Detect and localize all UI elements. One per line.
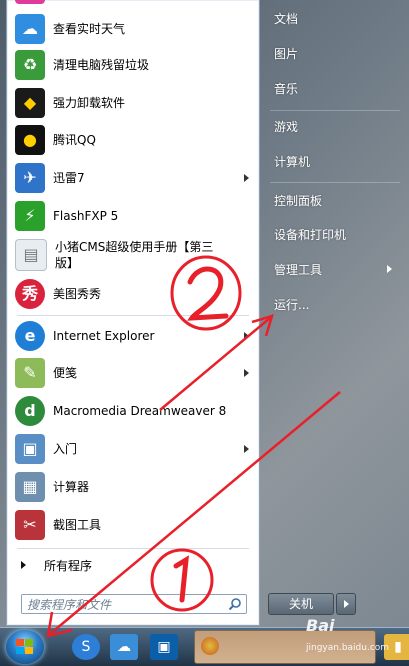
right-link-run[interactable]: 运行...	[266, 290, 400, 318]
app-item-thunder[interactable]: ✈ 迅雷7	[7, 160, 259, 196]
search-placeholder: 搜索程序和文件	[27, 597, 112, 612]
getting-started-icon: ▣	[15, 434, 45, 464]
app-item-cleanup[interactable]: ♻ 清理电脑残留垃圾	[7, 47, 259, 83]
shutdown-button[interactable]: 关机	[268, 593, 334, 615]
right-link-label: 音乐	[274, 81, 299, 96]
right-link-label: 图片	[274, 46, 299, 61]
right-link-label: 计算机	[274, 154, 311, 169]
app-item-dreamweaver[interactable]: d Macromedia Dreamweaver 8	[7, 393, 259, 429]
app-item-getting-started[interactable]: ▣ 入门	[7, 431, 259, 467]
app-label: 查看实时天气	[53, 22, 126, 36]
shutdown-label: 关机	[288, 597, 313, 611]
right-link-games[interactable]: 游戏	[266, 112, 400, 140]
snipping-tool-icon: ✂	[15, 510, 45, 540]
app-item-qq[interactable]: ● 腾讯QQ	[7, 122, 259, 158]
right-link-label: 文档	[274, 11, 299, 26]
app-item-cms-manual[interactable]: ▤ 小猪CMS超级使用手册【第三版】	[7, 236, 259, 274]
right-link-music[interactable]: 音乐	[266, 74, 400, 102]
shutdown-options-button[interactable]	[336, 593, 356, 615]
app-item-weather[interactable]: ☁ 查看实时天气	[7, 11, 259, 47]
app-label: 美图秀秀	[53, 287, 102, 301]
meitu-icon: 秀	[15, 279, 45, 309]
submenu-arrow-icon	[244, 332, 249, 340]
submenu-arrow-icon	[244, 445, 249, 453]
right-separator	[270, 110, 400, 111]
start-button[interactable]	[6, 630, 44, 664]
thunder-bird-icon: ✈	[15, 163, 45, 193]
app-item-uninstaller[interactable]: ◆ 强力卸载软件	[7, 85, 259, 121]
app-item-calculator[interactable]: ▦ 计算器	[7, 469, 259, 505]
right-link-admin-tools[interactable]: 管理工具	[266, 255, 400, 283]
app-label: 迅雷7	[53, 171, 85, 185]
right-separator	[270, 182, 400, 183]
all-programs-label: 所有程序	[44, 558, 93, 573]
taskbar-app-icon[interactable]: ▣	[150, 634, 178, 660]
right-link-documents[interactable]: 文档	[266, 4, 400, 32]
baidu-watermark: Bai jingyan.baidu.com	[306, 616, 406, 656]
app-item-meitu[interactable]: 秀 美图秀秀	[7, 276, 259, 312]
watermark-site: jingyan.baidu.com	[306, 643, 390, 653]
app-label: 入门	[53, 442, 78, 456]
uninstall-icon: ◆	[15, 88, 45, 118]
submenu-arrow-icon	[244, 174, 249, 182]
right-link-computer[interactable]: 计算机	[266, 147, 400, 175]
app-label: 截图工具	[53, 518, 102, 532]
right-link-label: 游戏	[274, 119, 299, 134]
right-link-control-panel[interactable]: 控制面板	[266, 186, 400, 214]
watermark-brand: Bai	[306, 616, 335, 635]
all-programs-arrow-icon	[21, 561, 26, 569]
app-label: 便笺	[53, 366, 78, 380]
windows-logo-icon	[16, 639, 33, 654]
search-input[interactable]: 搜索程序和文件	[21, 594, 247, 614]
app-label: 小猪CMS超级使用手册【第三版】	[55, 240, 214, 270]
app-item-sticky-notes[interactable]: ✎ 便笺	[7, 355, 259, 391]
right-link-label: 管理工具	[274, 262, 323, 277]
document-icon: ▤	[15, 239, 47, 271]
partial-app-icon	[15, 0, 45, 4]
app-label: FlashFXP 5	[53, 209, 119, 223]
flashfxp-icon: ⚡	[15, 201, 45, 231]
app-item-internet-explorer[interactable]: e Internet Explorer	[7, 318, 259, 354]
dreamweaver-icon: d	[15, 396, 45, 426]
qq-penguin-icon: ●	[15, 125, 45, 155]
right-link-label: 设备和打印机	[274, 227, 347, 242]
chevron-right-icon	[344, 600, 349, 608]
app-label: Internet Explorer	[53, 329, 155, 343]
recycle-icon: ♻	[15, 50, 45, 80]
submenu-arrow-icon	[244, 369, 249, 377]
search-icon[interactable]	[228, 597, 242, 611]
app-label: 腾讯QQ	[53, 133, 96, 147]
right-link-pictures[interactable]: 图片	[266, 39, 400, 67]
taskbar-sogou-icon[interactable]: S	[72, 634, 100, 660]
app-item-flashfxp[interactable]: ⚡ FlashFXP 5	[7, 198, 259, 234]
submenu-arrow-icon	[387, 265, 392, 273]
right-link-label: 控制面板	[274, 193, 323, 208]
right-link-devices-printers[interactable]: 设备和打印机	[266, 220, 400, 248]
app-label: 清理电脑残留垃圾	[53, 58, 150, 72]
weather-icon: ☁	[15, 14, 45, 44]
right-link-label: 运行...	[274, 297, 310, 312]
app-label: Macromedia Dreamweaver 8	[53, 404, 227, 418]
app-label: 强力卸载软件	[53, 96, 126, 110]
app-label: 计算器	[53, 480, 90, 494]
menu-separator	[17, 548, 249, 549]
start-menu-programs-panel: ☁ 查看实时天气 ♻ 清理电脑残留垃圾 ◆ 强力卸载软件 ● 腾讯QQ ✈ 迅雷…	[6, 0, 260, 626]
calculator-icon: ▦	[15, 472, 45, 502]
ie-icon: e	[15, 321, 45, 351]
all-programs-button[interactable]: 所有程序	[7, 553, 259, 577]
firefox-icon	[201, 637, 219, 655]
taskbar-network-icon[interactable]: ☁	[110, 634, 138, 660]
app-item-snipping-tool[interactable]: ✂ 截图工具	[7, 507, 259, 543]
sticky-notes-icon: ✎	[15, 358, 45, 388]
menu-separator	[17, 315, 249, 316]
